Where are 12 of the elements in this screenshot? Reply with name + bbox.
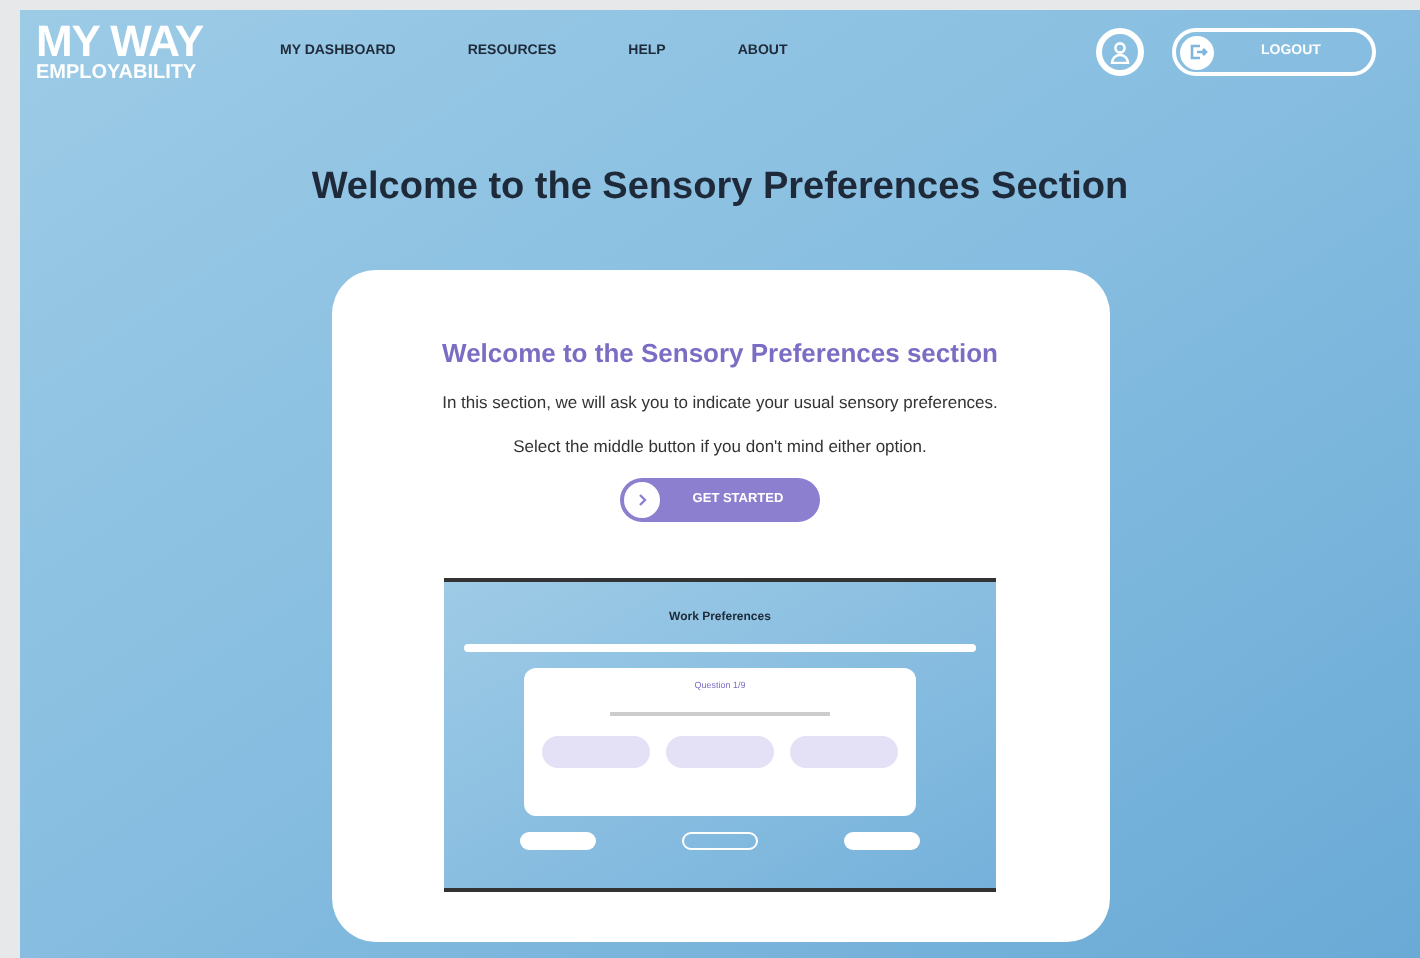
user-icon[interactable] xyxy=(1096,28,1144,76)
logo-title: MY WAY xyxy=(36,20,206,64)
card-title: Welcome to the Sensory Preferences section xyxy=(442,335,998,372)
chevron-icon xyxy=(624,481,660,517)
instruction-text: Select the middle button if you don't mind either option. xyxy=(513,433,927,459)
nav-pill xyxy=(844,831,920,849)
instruction-text: In this section, we will ask you to indicate your usual sensory preferences. xyxy=(442,390,998,416)
nav-pill xyxy=(520,831,596,849)
page-title: Welcome to the Sensory Preferences Section xyxy=(309,164,1131,212)
nav-pill xyxy=(682,831,758,849)
logo-subtitle: EMPLOYABILITY xyxy=(36,64,199,84)
logout-icon xyxy=(1180,35,1214,69)
